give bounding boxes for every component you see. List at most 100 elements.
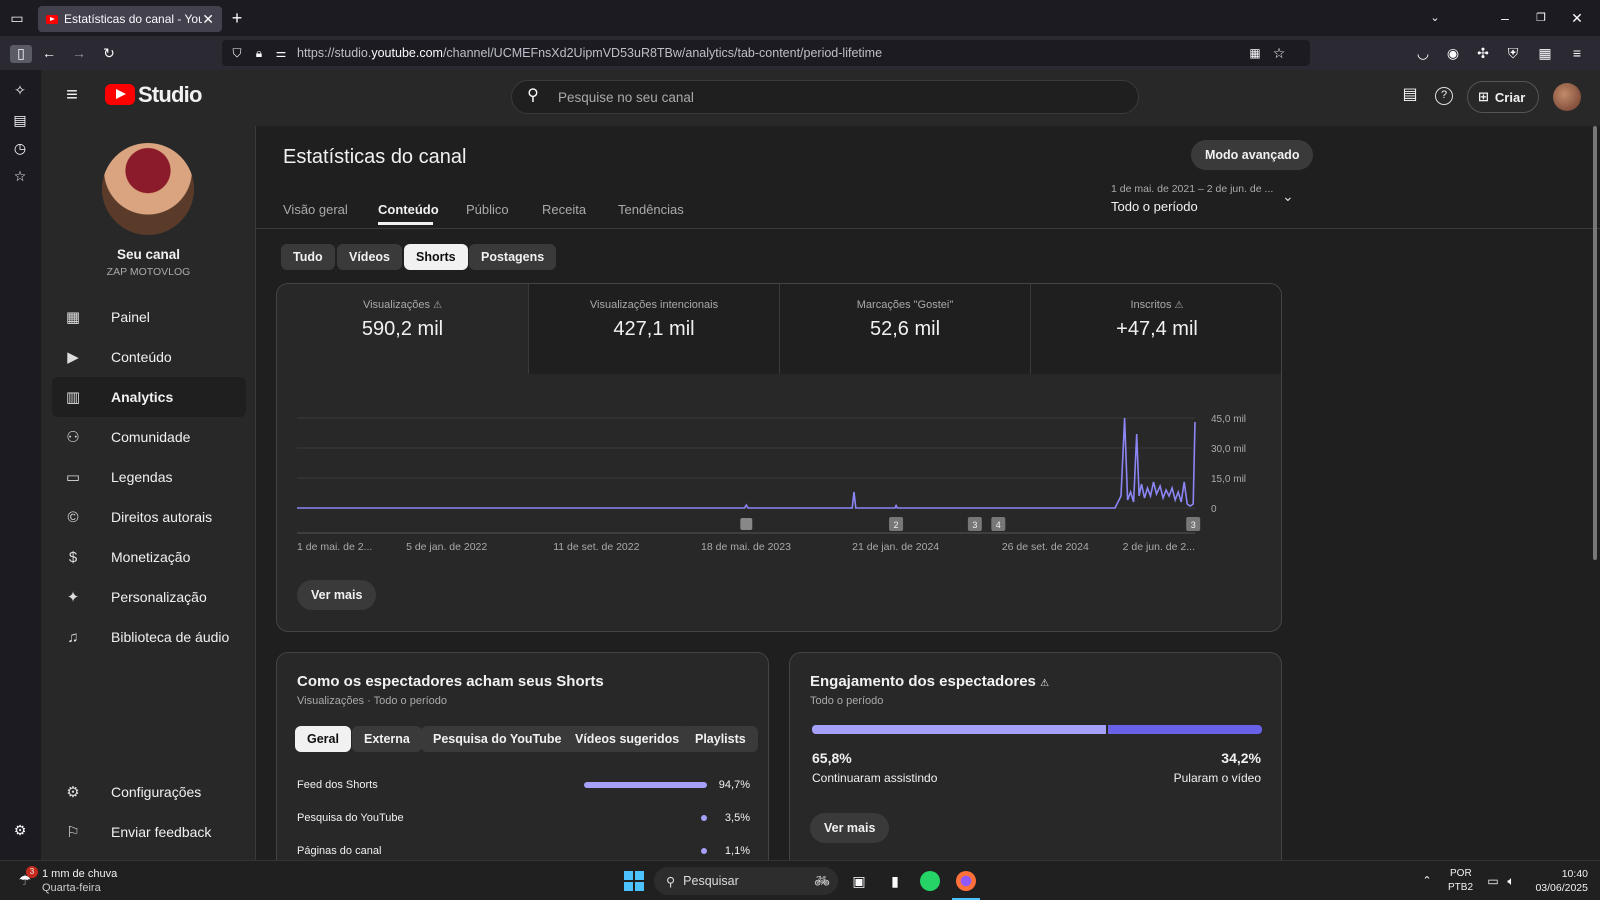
search-box[interactable]: ⚲ Pesquise no seu canal bbox=[511, 80, 1139, 114]
hamburger-menu-icon[interactable]: ≡ bbox=[63, 85, 81, 105]
sidebar-item-analytics[interactable]: ▥ Analytics bbox=[52, 377, 246, 417]
community-icon: ⚇ bbox=[66, 429, 80, 446]
minimize-icon[interactable]: – bbox=[1496, 10, 1514, 26]
network-icon[interactable]: ▭ bbox=[1484, 873, 1502, 889]
channel-avatar[interactable] bbox=[102, 143, 194, 235]
filter-videos[interactable]: Vídeos bbox=[337, 244, 402, 270]
firefox-icon[interactable] bbox=[956, 871, 976, 891]
messages-icon[interactable]: ▤ bbox=[1401, 87, 1419, 103]
search-input[interactable]: Pesquise no seu canal bbox=[558, 90, 694, 105]
keyboard-layout[interactable]: PTB2 bbox=[1448, 882, 1473, 893]
metric-visualizacoes-intencionais[interactable]: Visualizações intencionais 427,1 mil bbox=[528, 284, 779, 374]
filter-postagens[interactable]: Postagens bbox=[469, 244, 557, 270]
menu-icon[interactable]: ≡ bbox=[1568, 45, 1586, 61]
account-icon[interactable]: ◉ bbox=[1444, 45, 1462, 61]
tab-conteudo[interactable]: Conteúdo bbox=[378, 202, 439, 217]
sidebar-item-legendas[interactable]: ▭ Legendas bbox=[52, 457, 246, 497]
taskbar-search[interactable]: ⚲ Pesquisar 🚲︎ bbox=[654, 867, 838, 895]
sidebar-item-conteudo[interactable]: ▶︎ Conteúdo bbox=[52, 337, 246, 377]
filter-shorts[interactable]: Shorts bbox=[404, 244, 468, 270]
tab-list-icon[interactable]: ▭ bbox=[8, 10, 26, 26]
advanced-mode-button[interactable]: Modo avançado bbox=[1191, 140, 1314, 170]
traffic-chip-playlists[interactable]: Playlists bbox=[683, 726, 758, 752]
close-window-icon[interactable]: ✕ bbox=[1568, 10, 1586, 26]
traffic-chip-pesquisa[interactable]: Pesquisa do YouTube bbox=[421, 726, 574, 752]
period-label[interactable]: Todo o período bbox=[1111, 199, 1198, 214]
engagement-see-more-button[interactable]: Ver mais bbox=[810, 813, 890, 843]
sidebar-item-monetizacao[interactable]: $ Monetização bbox=[52, 537, 246, 577]
apps-icon[interactable]: ▦ bbox=[1536, 45, 1554, 61]
sidebar-item-direitos[interactable]: © Direitos autorais bbox=[52, 497, 246, 537]
sidebar-item-label: Comunidade bbox=[111, 429, 191, 445]
views-series-line bbox=[297, 417, 1196, 509]
customize-sidebar-icon[interactable]: ⚙ bbox=[11, 822, 29, 838]
date-range[interactable]: 1 de mai. de 2021 – 2 de jun. de ... bbox=[1111, 183, 1281, 195]
language-code[interactable]: POR bbox=[1450, 868, 1472, 879]
traffic-chip-geral[interactable]: Geral bbox=[295, 726, 351, 752]
whatsapp-icon[interactable] bbox=[920, 871, 940, 891]
studio-logo-text[interactable]: Studio bbox=[138, 82, 202, 108]
help-icon[interactable]: ? bbox=[1435, 87, 1453, 105]
url-bar[interactable]: ⛉ 🔒︎ ⚌ https://studio. youtube.com/channe… bbox=[222, 40, 1310, 66]
sidebar-item-personalizacao[interactable]: ✦ Personalização bbox=[52, 577, 246, 617]
subtitles-icon: ▭ bbox=[65, 469, 81, 486]
chevron-down-icon[interactable]: ⌄ bbox=[1282, 188, 1294, 205]
restore-icon[interactable]: ❐ bbox=[1532, 10, 1550, 26]
tab-receita[interactable]: Receita bbox=[542, 202, 586, 217]
synced-tabs-icon[interactable]: ▤ bbox=[11, 112, 29, 128]
traffic-row[interactable]: Páginas do canal 1,1% bbox=[297, 843, 750, 860]
sidebar-item-feedback[interactable]: ⚐ Enviar feedback bbox=[52, 812, 246, 852]
traffic-chip-externa[interactable]: Externa bbox=[352, 726, 422, 752]
sidebar-toggle-icon[interactable]: ▯ bbox=[10, 45, 32, 63]
tab-tendencias[interactable]: Tendências bbox=[618, 202, 684, 217]
metric-visualizacoes[interactable]: Visualizações ⚠ 590,2 mil bbox=[277, 284, 528, 374]
ublock-icon[interactable]: ⛨ bbox=[1504, 45, 1522, 61]
account-avatar[interactable] bbox=[1553, 83, 1581, 111]
sidebar-item-painel[interactable]: ▦ Painel bbox=[52, 297, 246, 337]
traffic-chip-sugeridos[interactable]: Vídeos sugeridos bbox=[563, 726, 692, 752]
lock-icon[interactable]: 🔒︎ bbox=[250, 45, 268, 61]
traffic-row[interactable]: Pesquisa do YouTube 3,5% bbox=[297, 810, 750, 830]
shield-icon[interactable]: ⛉ bbox=[228, 45, 246, 61]
engagement-subtitle: Todo o período bbox=[810, 695, 884, 707]
permissions-icon[interactable]: ⚌ bbox=[272, 45, 290, 61]
close-tab-icon[interactable]: ✕ bbox=[202, 11, 214, 28]
see-more-button[interactable]: Ver mais bbox=[297, 580, 377, 610]
history-icon[interactable]: ◷ bbox=[11, 140, 29, 156]
tab-publico[interactable]: Público bbox=[466, 202, 509, 217]
pocket-icon[interactable]: ◡ bbox=[1414, 45, 1432, 61]
filter-tudo[interactable]: Tudo bbox=[281, 244, 335, 270]
metric-gostei[interactable]: Marcações "Gostei" 52,6 mil bbox=[779, 284, 1030, 374]
bookmarks-icon[interactable]: ☆ bbox=[11, 168, 29, 184]
forward-icon[interactable]: → bbox=[70, 45, 88, 61]
clock-date[interactable]: 03/06/2025 bbox=[1532, 882, 1588, 894]
browser-tab[interactable]: Estatísticas do canal - YouTube ✕ bbox=[38, 6, 222, 32]
file-icon[interactable]: ▮ bbox=[886, 873, 904, 889]
bookmark-star-icon[interactable]: ☆ bbox=[1270, 45, 1288, 61]
metric-inscritos[interactable]: Inscritos ⚠ +47,4 mil bbox=[1030, 284, 1281, 374]
sidebar-item-configuracoes[interactable]: ⚙ Configurações bbox=[52, 772, 246, 812]
task-view-icon[interactable]: ▣ bbox=[850, 873, 868, 889]
clock-time[interactable]: 10:40 bbox=[1532, 868, 1588, 880]
audio-library-icon: ♫ bbox=[67, 628, 79, 646]
create-button[interactable]: ⊞ Criar bbox=[1467, 81, 1539, 113]
volume-icon[interactable]: 🔈︎ bbox=[1502, 873, 1520, 889]
reload-icon[interactable]: ↻ bbox=[100, 45, 118, 61]
page-scrollbar[interactable] bbox=[1593, 126, 1597, 560]
traffic-row[interactable]: Feed dos Shorts 94,7% bbox=[297, 777, 750, 797]
tab-visao-geral[interactable]: Visão geral bbox=[283, 202, 348, 217]
y-tick-label: 30,0 mil bbox=[1211, 444, 1246, 455]
extensions-icon[interactable]: ✣ bbox=[1474, 45, 1492, 61]
sidebar-item-biblioteca[interactable]: ♫ Biblioteca de áudio bbox=[52, 617, 246, 657]
qr-code-icon[interactable]: ▦ bbox=[1246, 45, 1264, 61]
main-content: Estatísticas do canal Modo avançado 1 de… bbox=[256, 126, 1600, 860]
windows-start-icon[interactable] bbox=[624, 871, 644, 891]
chevron-up-icon[interactable]: ⌃ bbox=[1418, 873, 1436, 889]
weather-title[interactable]: 1 mm de chuva bbox=[42, 868, 117, 880]
back-icon[interactable]: ← bbox=[40, 45, 58, 61]
list-all-tabs-icon[interactable]: ⌄ bbox=[1426, 10, 1444, 26]
new-tab-icon[interactable]: + bbox=[228, 9, 246, 27]
youtube-logo-icon[interactable] bbox=[105, 84, 135, 105]
sidebar-item-comunidade[interactable]: ⚇ Comunidade bbox=[52, 417, 246, 457]
ai-chat-icon[interactable]: ✧ bbox=[11, 82, 29, 98]
